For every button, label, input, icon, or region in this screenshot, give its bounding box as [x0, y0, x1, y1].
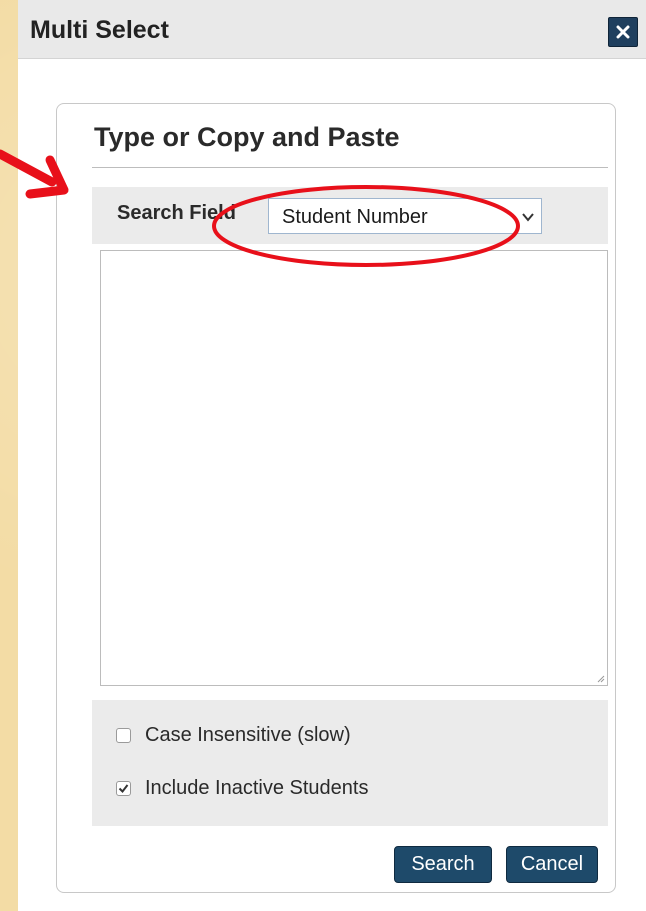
resize-grip-icon[interactable] — [595, 673, 605, 683]
annotation-arrow-icon — [0, 149, 69, 199]
dialog-titlebar: Multi Select — [18, 0, 646, 59]
annotation-ellipse — [212, 185, 520, 267]
case-insensitive-label: Case Insensitive (slow) — [145, 724, 351, 746]
divider — [92, 167, 608, 168]
dialog-title: Multi Select — [30, 16, 169, 44]
multi-select-dialog: Multi Select Type or Copy and Paste Sear… — [18, 0, 646, 911]
include-inactive-checkbox[interactable] — [116, 781, 131, 796]
panel-title: Type or Copy and Paste — [94, 122, 400, 152]
checkmark-icon — [118, 784, 129, 794]
search-button[interactable]: Search — [394, 846, 492, 883]
options-bar: Case Insensitive (slow) Include Inactive… — [92, 700, 608, 826]
close-button[interactable] — [608, 17, 638, 47]
cancel-button[interactable]: Cancel — [506, 846, 598, 883]
search-values-textarea[interactable] — [100, 250, 608, 686]
include-inactive-label: Include Inactive Students — [145, 777, 369, 799]
close-icon — [616, 25, 630, 39]
case-insensitive-checkbox[interactable] — [116, 728, 131, 743]
